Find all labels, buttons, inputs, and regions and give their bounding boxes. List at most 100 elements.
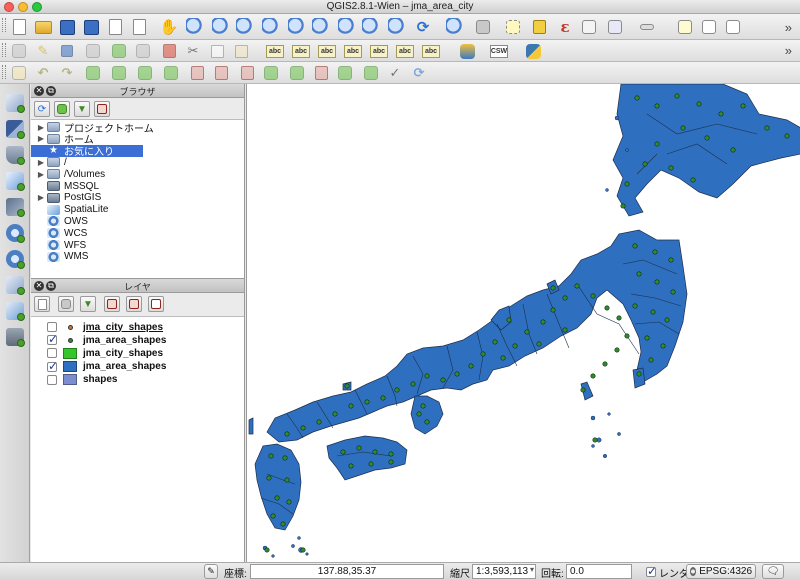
area-centroid-point[interactable] [364, 399, 370, 405]
map-tips-button[interactable] [676, 18, 694, 36]
toggle-extents-button[interactable]: ✎ [204, 564, 218, 579]
area-centroid-point[interactable] [266, 475, 272, 481]
area-centroid-point[interactable] [650, 309, 656, 315]
area-centroid-point[interactable] [424, 419, 430, 425]
toolbar-grip[interactable] [2, 43, 6, 57]
area-centroid-point[interactable] [614, 347, 620, 353]
refresh-browser-button[interactable]: ⟳ [34, 101, 50, 117]
area-centroid-point[interactable] [506, 317, 512, 323]
layer-visibility-button[interactable] [34, 296, 50, 312]
area-centroid-point[interactable] [440, 377, 446, 383]
area-centroid-point[interactable] [540, 319, 546, 325]
fill-ring-button[interactable] [162, 64, 180, 82]
pan-map-button[interactable]: ✋ [160, 18, 179, 36]
area-centroid-point[interactable] [500, 355, 506, 361]
pan-to-selection-button[interactable] [186, 18, 204, 36]
add-group-button[interactable] [58, 296, 74, 312]
identify-button[interactable] [446, 18, 464, 36]
collapse-all-layers-button[interactable] [126, 296, 142, 312]
split-features-button[interactable] [288, 64, 306, 82]
zoom-to-layer-button[interactable] [338, 18, 356, 36]
area-centroid-point[interactable] [332, 411, 338, 417]
show-bookmarks-button[interactable] [724, 18, 742, 36]
zoom-next-button[interactable] [388, 18, 406, 36]
area-centroid-point[interactable] [680, 125, 686, 131]
move-feature-button[interactable] [110, 42, 128, 60]
metasearch-button[interactable]: CSW [490, 42, 508, 60]
browser-item[interactable]: MSSQL [31, 180, 99, 192]
merge-attributes-button[interactable] [362, 64, 380, 82]
area-centroid-point[interactable] [562, 327, 568, 333]
simplify-feature-button[interactable] [84, 64, 102, 82]
add-raster-layer-button[interactable] [6, 120, 25, 139]
browser-item[interactable]: WFS [31, 239, 86, 251]
toolbar-overflow-chevron-icon[interactable]: » [785, 20, 792, 35]
zoom-last-button[interactable] [362, 18, 380, 36]
toolbar-grip[interactable] [2, 65, 6, 79]
area-centroid-point[interactable] [344, 383, 350, 389]
area-centroid-point[interactable] [636, 371, 642, 377]
area-centroid-point[interactable] [604, 305, 610, 311]
area-centroid-point[interactable] [632, 243, 638, 249]
area-centroid-point[interactable] [632, 303, 638, 309]
area-centroid-point[interactable] [654, 103, 660, 109]
expand-arrow-icon[interactable]: ▶ [35, 170, 47, 179]
redo-button[interactable]: ↷ [58, 64, 76, 82]
layer-visibility-checkbox[interactable] [47, 322, 57, 332]
area-centroid-point[interactable] [690, 177, 696, 183]
area-centroid-point[interactable] [590, 373, 596, 379]
change-label-button[interactable]: abc [422, 42, 440, 60]
zoom-actual-size-button[interactable] [262, 18, 280, 36]
zoom-in-button[interactable] [212, 18, 230, 36]
area-centroid-point[interactable] [696, 101, 702, 107]
delete-part-button[interactable] [212, 64, 230, 82]
attribute-table-button[interactable] [580, 18, 598, 36]
shikoku-polygon[interactable] [326, 435, 408, 481]
area-centroid-point[interactable] [348, 403, 354, 409]
rotate-symbols-button[interactable]: ✓ [386, 64, 404, 82]
area-centroid-point[interactable] [300, 547, 306, 553]
render-checkbox[interactable] [646, 564, 657, 578]
area-centroid-point[interactable] [286, 499, 292, 505]
rotate-label-button[interactable]: abc [396, 42, 414, 60]
select-features-button[interactable] [504, 18, 522, 36]
add-vector-layer-button[interactable] [6, 94, 25, 113]
toolbar2-overflow-chevron-icon[interactable]: » [785, 43, 792, 58]
area-centroid-point[interactable] [536, 341, 542, 347]
area-centroid-point[interactable] [282, 455, 288, 461]
area-centroid-point[interactable] [394, 387, 400, 393]
area-centroid-point[interactable] [654, 279, 660, 285]
browser-item[interactable]: WMS [31, 251, 88, 263]
add-postgis-layer-button[interactable] [6, 146, 25, 165]
merge-selected-button[interactable] [336, 64, 354, 82]
area-centroid-point[interactable] [340, 449, 346, 455]
area-centroid-point[interactable] [468, 363, 474, 369]
area-centroid-point[interactable] [550, 285, 556, 291]
zoom-out-button[interactable] [236, 18, 254, 36]
new-layer-button[interactable] [6, 328, 25, 347]
db-manager-button[interactable] [458, 42, 476, 60]
boso-polygon[interactable] [632, 367, 646, 389]
expand-arrow-icon[interactable]: ▶ [35, 123, 47, 132]
deselect-button[interactable] [530, 18, 548, 36]
area-centroid-point[interactable] [512, 343, 518, 349]
layer-visibility-checkbox[interactable] [47, 348, 57, 359]
layer-item[interactable]: jma_city_shapes [47, 347, 163, 359]
area-centroid-point[interactable] [280, 521, 286, 527]
browser-item[interactable]: ▶ /Volumes [31, 168, 105, 180]
area-centroid-point[interactable] [268, 453, 274, 459]
area-centroid-point[interactable] [624, 333, 630, 339]
add-feature-button[interactable] [84, 42, 102, 60]
rotate-feature-button[interactable]: ⟳ [410, 64, 428, 82]
layer-visibility-checkbox[interactable] [47, 359, 58, 373]
python-console-button[interactable] [524, 42, 542, 60]
open-project-button[interactable] [34, 18, 52, 36]
save-project-button[interactable] [58, 18, 76, 36]
area-centroid-point[interactable] [664, 317, 670, 323]
kii-polygon[interactable] [410, 395, 444, 435]
undo-button[interactable]: ↶ [34, 64, 52, 82]
paste-features-button[interactable] [232, 42, 250, 60]
browser-item[interactable]: OWS [31, 215, 88, 227]
area-centroid-point[interactable] [420, 403, 426, 409]
statistics-button[interactable] [606, 18, 624, 36]
